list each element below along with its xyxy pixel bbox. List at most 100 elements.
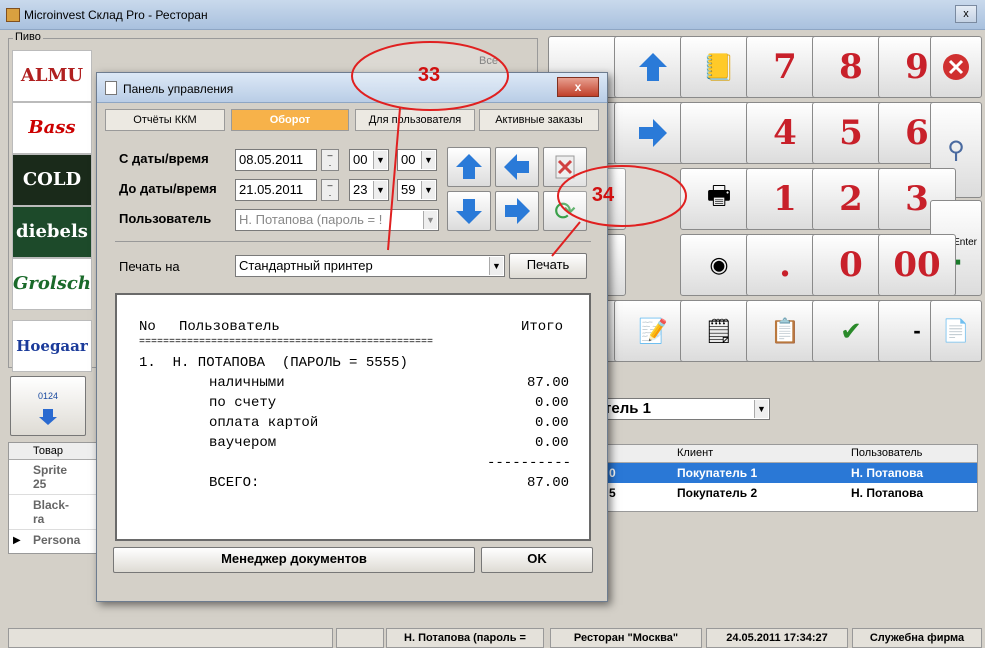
move-left-button[interactable]: [495, 147, 539, 187]
to-minute-select[interactable]: 59 ▼: [397, 179, 437, 201]
chevron-down-icon: ▼: [421, 151, 435, 169]
tab-for-user[interactable]: Для пользователя: [355, 109, 475, 131]
report-separator: ========================================…: [139, 337, 434, 348]
report-line-value: 0.00: [535, 435, 569, 451]
beer-cold[interactable]: COLD: [12, 154, 92, 206]
beer-almu[interactable]: ALMU: [12, 50, 92, 102]
cancel-button[interactable]: [930, 36, 982, 98]
enter-label: Enter: [953, 237, 977, 248]
status-user: Н. Потапова (пароль =: [386, 628, 544, 648]
beer-bass[interactable]: Bass: [12, 102, 92, 154]
tab-turnover[interactable]: Оборот: [231, 109, 349, 131]
user-label: Пользователь: [119, 211, 212, 226]
report-total-value: 87.00: [527, 475, 570, 491]
item-code-button[interactable]: 0124: [10, 376, 86, 436]
app-title: Microinvest Склад Pro - Ресторан: [24, 8, 208, 22]
report-line-label: оплата картой: [209, 415, 319, 431]
arrow-up-icon: [456, 154, 482, 179]
row-pointer-icon: ▶: [13, 535, 21, 546]
all-label[interactable]: Все: [479, 55, 498, 67]
delete-icon: [555, 155, 575, 179]
callout-34: 34: [591, 184, 615, 206]
report-line-label: наличными: [209, 375, 285, 391]
calc-doc-icon: 🗒: [703, 317, 735, 345]
arrow-right-icon: [639, 119, 667, 147]
chevron-down-icon: ▼: [423, 211, 437, 229]
chevron-down-icon: ▼: [421, 181, 435, 199]
report-line-value: 87.00: [527, 375, 570, 391]
dialog-icon: [105, 81, 117, 95]
keys-icon: ⚲: [947, 136, 965, 164]
status-restaurant: Ресторан "Москва": [550, 628, 702, 648]
tab-kkm-reports[interactable]: Отчёты ККМ: [105, 109, 225, 131]
control-panel-dialog: Панель управления x Отчёты ККМ Оборот Дл…: [96, 72, 608, 602]
status-datetime: 24.05.2011 17:34:27: [706, 628, 848, 648]
arrow-right-icon: [505, 198, 530, 224]
table-row[interactable]: Sprite 25: [9, 460, 97, 495]
table-row[interactable]: 5 Покупатель 2 Н. Потапова: [601, 483, 977, 503]
arrow-down-icon: [456, 199, 482, 224]
report-line-value: 0.00: [535, 395, 569, 411]
divider: [115, 241, 591, 242]
notes-icon: 📒: [702, 51, 736, 82]
customer-select[interactable]: тель 1 ▼: [600, 398, 770, 420]
group-label: Пиво: [13, 31, 43, 43]
table-row[interactable]: Persona: [9, 530, 97, 550]
chevron-down-icon: ▼: [754, 400, 768, 418]
beer-diebels[interactable]: diebels: [12, 206, 92, 258]
document-manager-button[interactable]: Менеджер документов: [113, 547, 475, 573]
report-area: No Пользователь Итого ==================…: [115, 293, 591, 541]
tab-active-orders[interactable]: Активные заказы: [479, 109, 599, 131]
chevron-down-icon: ▼: [373, 151, 387, 169]
report-line-value: 0.00: [535, 415, 569, 431]
report-dash: ----------: [487, 455, 572, 471]
user-select[interactable]: Н. Потапова (пароль = ! ▼: [235, 209, 439, 231]
from-minute-select[interactable]: 00 ▼: [397, 149, 437, 171]
callout-33: 33: [417, 64, 441, 86]
report-user-row: 1. Н. ПОТАПОВА (ПАРОЛЬ = 5555): [139, 355, 408, 371]
status-company: Служебна фирма: [852, 628, 982, 648]
from-date-spinner[interactable]: – ·: [321, 149, 339, 171]
print-on-label: Печать на: [119, 259, 180, 274]
report-total-label: ВСЕГО:: [209, 475, 260, 491]
items-header: Товар: [9, 443, 97, 460]
print-button[interactable]: Печать: [509, 253, 587, 279]
from-date-input[interactable]: 08.05.2011: [235, 149, 317, 171]
reserved-button[interactable]: 📄: [930, 300, 982, 362]
printer-icon: 🖶: [706, 180, 732, 210]
move-right-button[interactable]: [495, 191, 539, 231]
list-doc-icon: 📋: [770, 317, 800, 345]
printer-select[interactable]: Стандартный принтер ▼: [235, 255, 505, 277]
orders-table: Клиент Пользователь 0 Покупатель 1 Н. По…: [600, 444, 978, 512]
report-header-total: Итого: [521, 319, 564, 335]
to-date-input[interactable]: 21.05.2011: [235, 179, 317, 201]
to-label: До даты/время: [119, 181, 217, 196]
table-row[interactable]: Black-ra: [9, 495, 97, 530]
webcam-icon: ◉: [709, 252, 729, 277]
dialog-close-button[interactable]: x: [557, 77, 599, 97]
to-date-spinner[interactable]: – ·: [321, 179, 339, 201]
move-down-button[interactable]: [447, 191, 491, 231]
edit-doc-icon: 📝: [638, 317, 668, 345]
report-header-no: No: [139, 319, 156, 335]
arrow-up-icon: [639, 53, 667, 81]
app-close-button[interactable]: x: [955, 5, 977, 23]
from-hour-select[interactable]: 00 ▼: [349, 149, 389, 171]
delete-row-button[interactable]: [543, 147, 587, 187]
beer-grolsch[interactable]: Grolsch: [12, 258, 92, 310]
reserved-icon: 📄: [942, 318, 970, 343]
item-code-icon: 0124: [37, 391, 59, 401]
status-blank: [8, 628, 333, 648]
to-hour-select[interactable]: 23 ▼: [349, 179, 389, 201]
arrow-left-icon: [504, 154, 529, 180]
chevron-down-icon: ▼: [373, 181, 387, 199]
dialog-titlebar: Панель управления x: [97, 73, 607, 103]
beer-hoegaarden[interactable]: Hoegaar: [12, 320, 92, 372]
chevron-down-icon: ▼: [489, 257, 503, 275]
table-row[interactable]: 0 Покупатель 1 Н. Потапова: [601, 463, 977, 483]
key-00[interactable]: 00: [878, 234, 956, 296]
move-up-button[interactable]: [447, 147, 491, 187]
refresh-icon: ⟳: [554, 195, 576, 226]
status-blank-2: [336, 628, 384, 648]
ok-button[interactable]: OK: [481, 547, 593, 573]
